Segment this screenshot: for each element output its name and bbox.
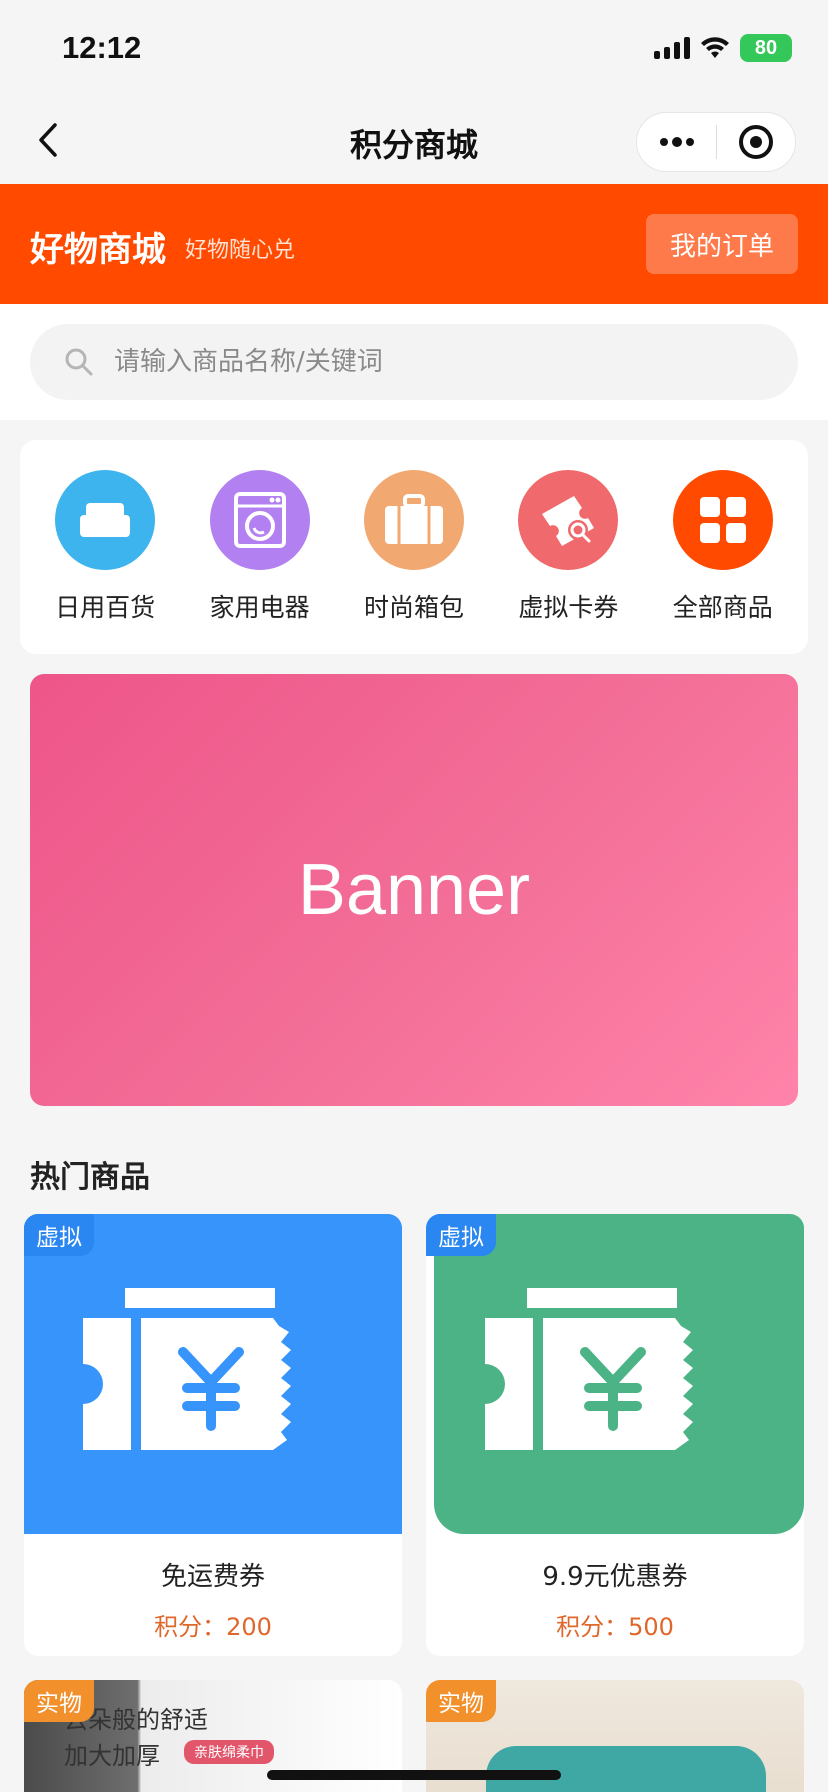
product-image: 虚拟 [24, 1214, 402, 1534]
sofa-icon [55, 470, 156, 570]
banner-text: Banner [297, 850, 531, 930]
grid-icon [672, 470, 773, 570]
mall-header: 好物商城 好物随心兑 我的订单 [0, 184, 828, 304]
category-label: 时尚箱包 [363, 593, 464, 622]
category-home-appliances[interactable]: 家用电器 [190, 440, 330, 654]
product-tag: 实物 [24, 1680, 94, 1722]
battery-indicator: 80 [740, 34, 792, 62]
hot-products-title: 热门商品 [30, 1160, 150, 1195]
category-virtual-coupons[interactable]: 虚拟卡券 [498, 440, 638, 654]
washing-machine-icon [209, 470, 310, 570]
mall-title: 好物商城 [30, 230, 166, 270]
more-options-button[interactable] [637, 113, 716, 171]
product-tag: 虚拟 [24, 1214, 94, 1256]
nav-bar: 积分商城 [0, 96, 828, 184]
product-points: 积分：500 [556, 1613, 674, 1641]
category-label: 虚拟卡券 [518, 593, 619, 622]
coupon-yuan-icon [485, 1288, 693, 1450]
promo-banner[interactable]: Banner [30, 674, 798, 1106]
search-input[interactable] [114, 347, 734, 377]
product-image: 虚拟 [426, 1214, 804, 1534]
home-indicator[interactable] [267, 1770, 561, 1780]
search-icon [65, 348, 93, 376]
coupon-yuan-icon [83, 1288, 291, 1450]
cellular-signal-icon [654, 37, 690, 59]
search-bar[interactable] [30, 324, 798, 400]
status-bar: 12:12 80 [0, 0, 828, 96]
battery-level: 80 [754, 36, 778, 59]
mall-subtitle: 好物随心兑 [185, 238, 296, 263]
category-label: 日用百货 [55, 593, 156, 622]
product-image-badge: 亲肤绵柔巾 [184, 1740, 274, 1764]
product-image-text: 加大加厚 [64, 1742, 160, 1770]
product-name: 9.9元优惠券 [542, 1562, 688, 1592]
category-daily-goods[interactable]: 日用百货 [35, 440, 175, 654]
category-label: 全部商品 [672, 593, 773, 622]
product-points: 积分：200 [154, 1613, 272, 1641]
more-dot-icon [671, 137, 682, 147]
my-orders-button[interactable]: 我的订单 [646, 214, 798, 274]
wifi-icon [701, 37, 729, 58]
miniprogram-capsule [636, 112, 796, 172]
suitcase-icon [363, 470, 464, 570]
product-photo [486, 1746, 766, 1792]
product-card[interactable]: 虚拟 9.9元优惠券 积分：500 [426, 1214, 804, 1656]
product-card[interactable]: 虚拟 免运费券 积分：200 [24, 1214, 402, 1656]
status-time: 12:12 [62, 30, 142, 65]
category-all-products[interactable]: 全部商品 [653, 440, 793, 654]
product-tag: 虚拟 [426, 1214, 496, 1256]
status-icons: 80 [654, 34, 792, 62]
product-name: 免运费券 [160, 1562, 265, 1592]
target-circle-icon [738, 125, 773, 159]
close-miniprogram-button[interactable] [717, 113, 795, 171]
ticket-search-icon [518, 470, 619, 570]
category-fashion-bags[interactable]: 时尚箱包 [344, 440, 484, 654]
category-label: 家用电器 [209, 593, 310, 622]
search-section [0, 304, 828, 420]
category-card: 日用百货 家用电器 时尚箱包 虚拟卡券 全部商品 [20, 440, 808, 654]
more-dot-icon [659, 138, 668, 146]
more-dot-icon [685, 138, 694, 146]
product-tag: 实物 [426, 1680, 496, 1722]
